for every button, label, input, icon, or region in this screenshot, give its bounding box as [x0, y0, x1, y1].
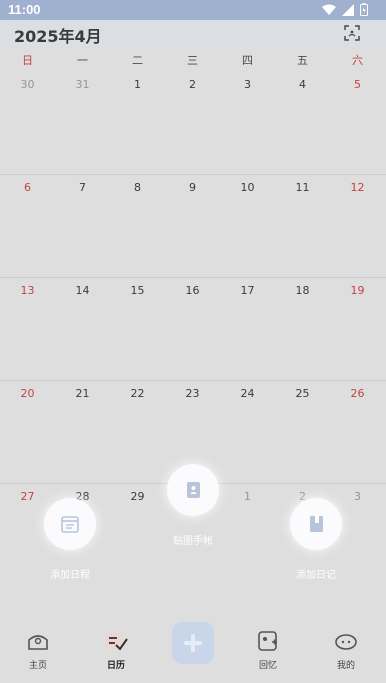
sticker-icon	[187, 482, 200, 498]
signal-icon	[342, 3, 354, 16]
photo-album-icon	[258, 631, 277, 651]
nav-calendar-label: 日历	[106, 661, 125, 671]
nav-mine-label: 我的	[336, 661, 355, 671]
nav-mine[interactable]: 我的	[316, 615, 376, 683]
battery-icon	[360, 3, 368, 16]
add-diary-button[interactable]	[290, 498, 342, 550]
center-add-button[interactable]	[172, 622, 214, 664]
plus-icon	[184, 634, 202, 652]
add-schedule-label: 添加日程	[50, 570, 90, 581]
sticker-journal-label: 贴图手帐	[173, 536, 213, 547]
nav-calendar[interactable]: 日历	[86, 615, 146, 683]
diary-icon	[310, 516, 323, 532]
profile-icon	[335, 634, 357, 650]
status-bar: 11:00	[0, 0, 386, 20]
nav-home[interactable]: 主页	[8, 615, 68, 683]
add-schedule-button[interactable]	[44, 498, 96, 550]
calendar-check-icon	[106, 633, 128, 651]
nav-memory[interactable]: 回忆	[238, 615, 298, 683]
dim-overlay[interactable]	[0, 20, 386, 683]
nav-home-label: 主页	[28, 661, 47, 671]
sticker-journal-button[interactable]	[167, 464, 219, 516]
home-icon	[28, 635, 48, 650]
status-time: 11:00	[8, 2, 41, 17]
schedule-icon	[61, 516, 79, 533]
add-diary-label: 添加日记	[296, 570, 336, 581]
nav-memory-label: 回忆	[258, 661, 277, 671]
wifi-icon	[322, 4, 336, 15]
